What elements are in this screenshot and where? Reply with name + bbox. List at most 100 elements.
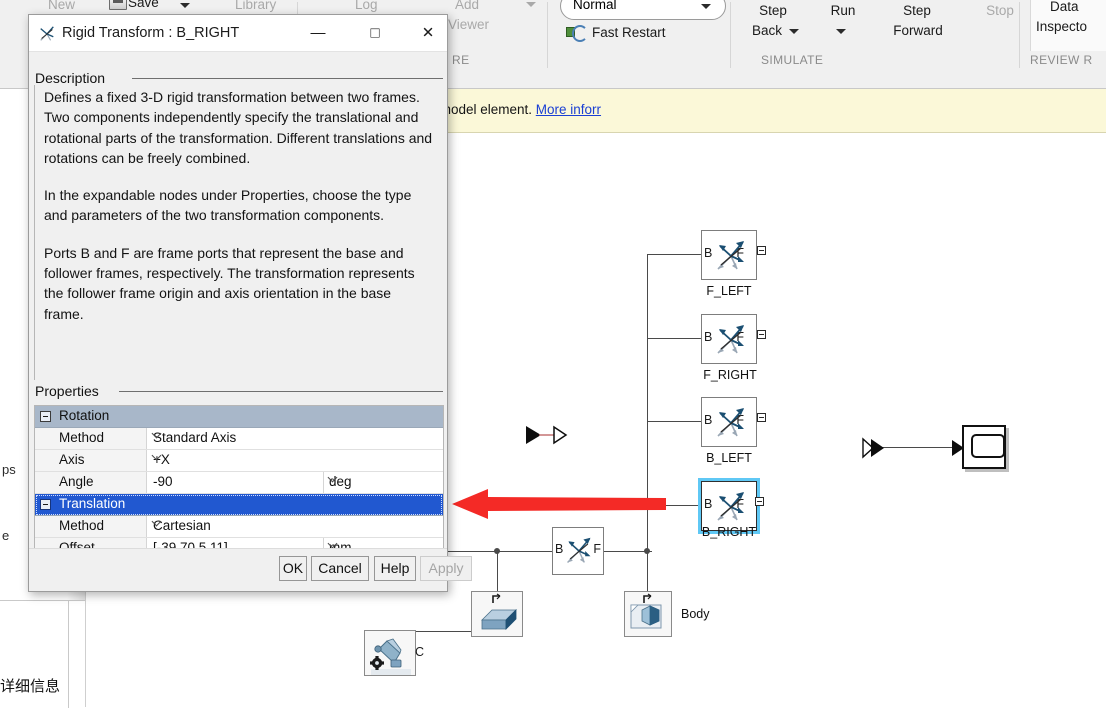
description-paragraph-2: In the expandable nodes under Properties…	[44, 187, 412, 224]
frame-port-icon	[492, 593, 501, 603]
port-b-label: B	[555, 542, 564, 556]
port-square-f-left[interactable]	[757, 246, 766, 255]
property-unit-cell[interactable]: deg	[323, 472, 443, 493]
cancel-button[interactable]: Cancel	[311, 556, 369, 581]
close-button[interactable]: ✕	[407, 15, 449, 51]
fast-restart-icon[interactable]	[566, 24, 588, 42]
collapse-icon[interactable]	[40, 499, 51, 510]
collapse-icon[interactable]	[40, 411, 51, 422]
property-category-translation[interactable]: Translation	[35, 494, 443, 516]
simulation-mode-value: Normal	[573, 0, 617, 12]
minimize-icon: —	[310, 24, 326, 42]
new-button[interactable]: New	[48, 0, 75, 13]
ok-button[interactable]: OK	[279, 556, 307, 581]
block-scope[interactable]	[962, 425, 1006, 469]
fast-restart-button[interactable]: Fast Restart	[592, 24, 666, 41]
property-category-label: Rotation	[59, 408, 110, 423]
chevron-down-icon[interactable]	[329, 540, 337, 548]
toolstrip-separator-3	[730, 2, 731, 68]
block-b-right[interactable]: B F	[701, 481, 757, 531]
port-c-label: C	[414, 645, 424, 659]
description-group-header: Description	[35, 70, 112, 86]
block-f-right[interactable]: B F	[701, 314, 757, 364]
chevron-down-icon[interactable]	[153, 430, 161, 438]
property-value-cell[interactable]: Standard Axis	[148, 428, 443, 449]
minimize-button[interactable]: —	[297, 15, 339, 51]
block-b-left[interactable]: B F	[701, 397, 757, 447]
scope-screen-icon	[971, 434, 1005, 458]
property-row-rotation-method[interactable]: Method Standard Axis	[35, 428, 443, 450]
property-row-rotation-axis[interactable]: Axis +X	[35, 450, 443, 472]
toolstrip-separator-2	[547, 2, 548, 68]
block-mechanism-configuration[interactable]: C	[364, 630, 424, 676]
library-button[interactable]: Library	[235, 0, 276, 13]
port-square-b-right[interactable]	[755, 497, 764, 506]
step-back-button-line2[interactable]: Back	[739, 22, 795, 39]
simulation-mode-chevron-down-icon[interactable]	[701, 4, 711, 9]
frame-axes-icon	[717, 325, 744, 354]
property-value-cell[interactable]: -90	[148, 472, 323, 493]
block-body[interactable]	[624, 591, 672, 637]
simulation-mode-select[interactable]: Normal	[560, 0, 726, 20]
background-detail-text: 详细信息	[0, 678, 61, 695]
block-solid-left[interactable]	[471, 591, 523, 637]
property-name-cell: Axis	[35, 450, 147, 471]
port-b-label: B	[704, 497, 713, 511]
property-name-cell: Method	[35, 428, 147, 449]
add-viewer-button[interactable]: Viewer	[448, 16, 489, 33]
property-value-cell[interactable]: +X	[148, 450, 443, 471]
step-back-chevron-down-icon[interactable]	[789, 29, 799, 34]
port-square-f-right[interactable]	[757, 330, 766, 339]
save-button[interactable]: Save	[128, 0, 159, 11]
property-row-rotation-angle[interactable]: Angle -90 deg	[35, 472, 443, 494]
property-value-cell[interactable]: Cartesian	[148, 516, 443, 537]
block-mid-transform[interactable]: B F	[552, 527, 604, 575]
save-chevron-down-icon[interactable]	[180, 3, 190, 8]
frame-axes-icon	[717, 408, 744, 437]
save-icon[interactable]	[109, 0, 127, 10]
property-label: Angle	[59, 474, 94, 489]
log-button[interactable]: Log	[355, 0, 378, 13]
wire-to-b-left	[647, 421, 701, 422]
property-row-translation-method[interactable]: Method Cartesian	[35, 516, 443, 538]
properties-grid[interactable]: Rotation Method Standard Axis Axis +X An…	[34, 405, 444, 561]
wire-drop-body	[647, 551, 648, 591]
mechanism-config-icon	[370, 638, 411, 675]
add-button[interactable]: Add	[455, 0, 479, 13]
run-button[interactable]: Run	[815, 2, 871, 19]
inport-marker-icon[interactable]	[524, 422, 570, 448]
step-forward-button-line2[interactable]: Forward	[878, 22, 958, 39]
help-button[interactable]: Help	[374, 556, 416, 581]
solid-brick-icon	[481, 609, 517, 630]
dialog-titlebar[interactable]: Rigid Transform : B_RIGHT — □ ✕	[29, 15, 447, 52]
port-square-b-left[interactable]	[757, 413, 766, 422]
block-f-left[interactable]: B F	[701, 230, 757, 280]
toolstrip-separator-4	[1019, 2, 1020, 68]
port-b-label: B	[704, 246, 713, 260]
run-chevron-down-icon[interactable]	[836, 29, 846, 34]
property-label: Method	[59, 518, 105, 533]
frame-axes-icon	[717, 241, 744, 270]
rigid-transform-dialog[interactable]: Rigid Transform : B_RIGHT — □ ✕ Descript…	[28, 14, 472, 592]
frame-axes-icon	[567, 537, 591, 563]
property-category-rotation[interactable]: Rotation	[35, 406, 443, 428]
property-label: Method	[59, 430, 105, 445]
wire-junction-right	[644, 548, 650, 554]
step-forward-button-line1[interactable]: Step	[889, 2, 945, 19]
group-label-simulate: SIMULATE	[761, 53, 824, 67]
data-inspector-label-line1: Data	[1050, 0, 1079, 14]
chevron-down-icon[interactable]	[153, 452, 161, 460]
fast-restart-icon-circle-part	[572, 25, 588, 42]
description-paragraph-3: Ports B and F are frame ports that repre…	[44, 244, 415, 322]
chevron-down-icon[interactable]	[153, 518, 161, 526]
more-information-link[interactable]: More inforr	[536, 102, 601, 117]
scope-inport-icon[interactable]	[862, 436, 892, 460]
properties-group-header: Properties	[35, 383, 105, 399]
block-label-b-right: B_RIGHT	[701, 525, 757, 539]
maximize-button[interactable]: □	[354, 15, 396, 51]
left-fragment-2: e	[2, 528, 10, 543]
add-viewer-chevron-down-icon[interactable]	[526, 2, 536, 7]
properties-group-rule	[119, 391, 443, 392]
step-back-button-line1[interactable]: Step	[745, 2, 801, 19]
chevron-down-icon[interactable]	[329, 474, 337, 482]
